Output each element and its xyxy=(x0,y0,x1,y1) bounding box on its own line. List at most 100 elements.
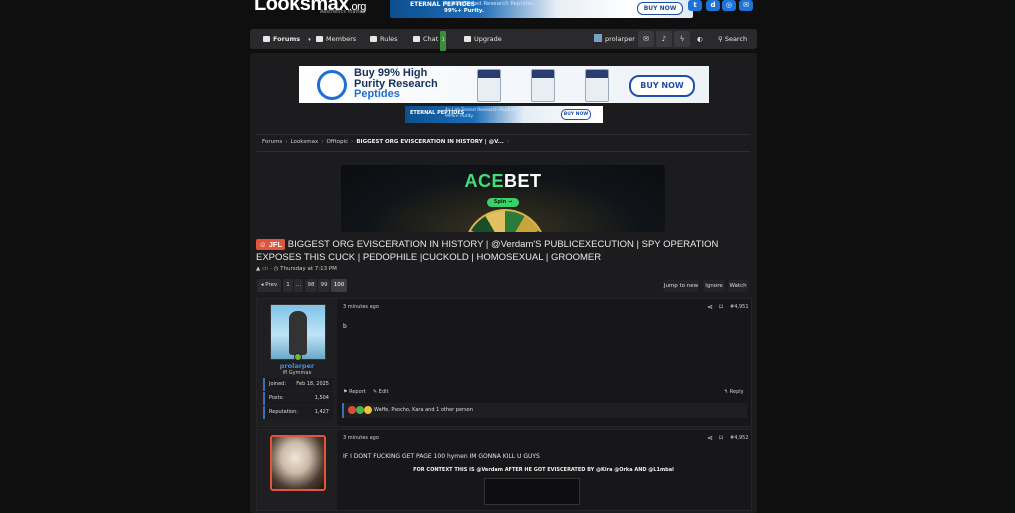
share-icon[interactable]: ⋖ xyxy=(706,434,714,442)
pagination-ellipsis[interactable]: ... xyxy=(294,279,303,292)
top-ad-buy-button[interactable]: BUY NOW xyxy=(637,2,683,15)
thread-title: ☺ JFL BIGGEST ORG EVISCERATION IN HISTOR… xyxy=(256,238,746,264)
jump-to-new-button[interactable]: Jump to new xyxy=(663,280,699,292)
angry-reaction-icon xyxy=(348,406,356,414)
nav-rules[interactable]: Rules xyxy=(370,29,398,49)
bookmark-icon[interactable]: ⌑ xyxy=(717,303,725,311)
pagination-prev[interactable]: ◂ Prev xyxy=(257,279,281,292)
rules-icon xyxy=(370,36,377,42)
thread-date[interactable]: Thursday at 7:13 PM xyxy=(280,266,337,272)
edit-link[interactable]: ✎ Edit xyxy=(373,389,388,395)
acebet-name-b: BET xyxy=(504,171,542,191)
divider xyxy=(257,151,750,152)
post-user-title: Ifl Gymmax xyxy=(282,370,312,376)
vial-icon xyxy=(531,69,555,102)
nav-forums-label: Forums xyxy=(273,35,301,43)
thread-meta: ▲ sb · ◷ Thursday at 7:13 PM xyxy=(256,266,337,272)
breadcrumb-looksmax[interactable]: Looksmax xyxy=(291,139,319,145)
chevron-down-icon[interactable]: ▾ xyxy=(308,37,311,43)
nav-user-label: prolarper xyxy=(605,35,635,43)
bookmark-icon[interactable]: ⌑ xyxy=(717,434,725,442)
reply-label: Reply xyxy=(729,389,744,395)
stat-label: Reputation: xyxy=(269,409,298,415)
embedded-screenshot[interactable] xyxy=(484,478,580,505)
breadcrumb-offtopic[interactable]: Offtopic xyxy=(326,139,348,145)
post-time[interactable]: 3 minutes ago xyxy=(343,435,379,441)
pagination-page[interactable]: 1 xyxy=(283,279,293,292)
small-ad-line2: 99%+ Purity. xyxy=(445,114,475,119)
ad-line1: Buy 99% High xyxy=(354,67,428,79)
post-time[interactable]: 3 minutes ago xyxy=(343,304,379,310)
online-status-icon xyxy=(294,353,302,361)
small-ad-text: 4x Lab-Tested Research Peptides. 99%+ Pur… xyxy=(445,108,520,120)
members-icon xyxy=(316,36,323,42)
user-stat-joined: Joined: Feb 18, 2025 xyxy=(263,378,333,391)
small-ad-banner[interactable]: ETERNAL PEPTIDES 4x Lab-Tested Research … xyxy=(405,106,603,123)
avatar xyxy=(594,34,602,42)
clock-icon: ◷ xyxy=(273,266,279,272)
nav-user[interactable]: prolarper xyxy=(594,29,635,49)
search-icon: ⚲ xyxy=(718,35,725,43)
ad-buy-now-button[interactable]: BUY NOW xyxy=(629,75,695,97)
thread-author[interactable]: sb xyxy=(262,266,268,272)
bell-icon[interactable]: ♪ xyxy=(656,31,672,47)
instagram-icon[interactable]: ◎ xyxy=(722,0,736,11)
nav-upgrade[interactable]: Upgrade xyxy=(464,29,502,49)
user-stat-reputation: Reputation: 1,427 xyxy=(263,406,333,419)
inbox-icon[interactable]: ✉ xyxy=(638,31,654,47)
peptide-ad-banner[interactable]: Buy 99% High Purity Research Peptides BU… xyxy=(299,66,709,103)
stat-value: 1,504 xyxy=(314,395,329,401)
thread-prefix: ☺ JFL xyxy=(256,239,286,250)
reaction-summary[interactable]: Waffe, Psocho, Kara and 1 other person xyxy=(342,403,747,418)
small-ad-buy-button[interactable]: BUY NOW xyxy=(561,109,591,120)
lightning-icon[interactable]: ϟ xyxy=(674,31,690,47)
post-body: b xyxy=(343,323,347,330)
spin-button[interactable]: Spin → xyxy=(487,198,519,207)
ignore-button[interactable]: Ignore xyxy=(703,280,725,292)
nav-search[interactable]: ⚲ Search xyxy=(718,29,747,49)
avatar-figure xyxy=(289,311,307,355)
mail-icon[interactable]: ✉ xyxy=(739,0,753,11)
avatar[interactable] xyxy=(270,435,326,491)
vial-icon xyxy=(585,69,609,102)
theme-toggle-icon[interactable]: ◐ xyxy=(697,29,703,49)
edit-label: Edit xyxy=(378,389,389,395)
user-icon: ▲ xyxy=(256,266,261,272)
watch-button[interactable]: Watch xyxy=(728,280,748,292)
acebet-ad-banner[interactable]: ACEBET Spin → xyxy=(341,165,665,232)
nav-members-label: Members xyxy=(326,35,357,43)
pagination-current-page[interactable]: 100 xyxy=(331,279,347,292)
pencil-icon: ✎ xyxy=(373,389,378,395)
post-body: IF I DONT FUCKING GET PAGE 100 hymen IM … xyxy=(343,453,540,460)
pagination-page[interactable]: 99 xyxy=(318,279,330,292)
nav-chat[interactable]: Chat 1 xyxy=(413,29,447,51)
top-ad-banner[interactable]: ETERNAL PEPTIDES 4x Lab-Tested Research … xyxy=(390,0,693,18)
report-label: Report xyxy=(349,389,366,395)
reply-icon: ↰ xyxy=(724,389,729,395)
pagination-page[interactable]: 98 xyxy=(305,279,317,292)
nav-search-label: Search xyxy=(724,35,748,43)
peptide-logo-icon xyxy=(317,70,347,100)
post-username[interactable]: prolarper xyxy=(262,362,332,370)
breadcrumb-forums[interactable]: Forums xyxy=(262,139,282,145)
small-ad-line1: 4x Lab-Tested Research Peptides. xyxy=(445,108,520,113)
post-number[interactable]: #4,951 xyxy=(730,304,749,310)
report-link[interactable]: ⚑ Report xyxy=(343,389,366,395)
peptide-ad-text: Buy 99% High Purity Research Peptides xyxy=(354,68,438,100)
flag-icon: ⚑ xyxy=(343,389,348,395)
nav-forums[interactable]: Forums ▾ xyxy=(263,29,311,49)
twitter-icon[interactable]: t xyxy=(688,0,702,11)
discord-icon[interactable]: d xyxy=(706,0,720,11)
avatar[interactable] xyxy=(270,304,326,361)
stat-value: Feb 18, 2025 xyxy=(296,381,329,387)
reaction-users: Waffe, Psocho, Kara and 1 other person xyxy=(374,407,473,413)
breadcrumb-current[interactable]: BIGGEST ORG EVISCERATION IN HISTORY | @V… xyxy=(356,139,504,145)
site-tagline: Aesthetics matter. xyxy=(320,9,366,15)
nav-members[interactable]: Members xyxy=(316,29,356,49)
top-ad-line2: 99%+ Purity. xyxy=(444,8,485,14)
reply-button[interactable]: ↰ Reply xyxy=(724,389,744,395)
share-icon[interactable]: ⋖ xyxy=(706,303,714,311)
post-number[interactable]: #4,952 xyxy=(730,435,749,441)
thread-title-text: BIGGEST ORG EVISCERATION IN HISTORY | @V… xyxy=(256,239,719,263)
chat-icon xyxy=(413,36,420,42)
